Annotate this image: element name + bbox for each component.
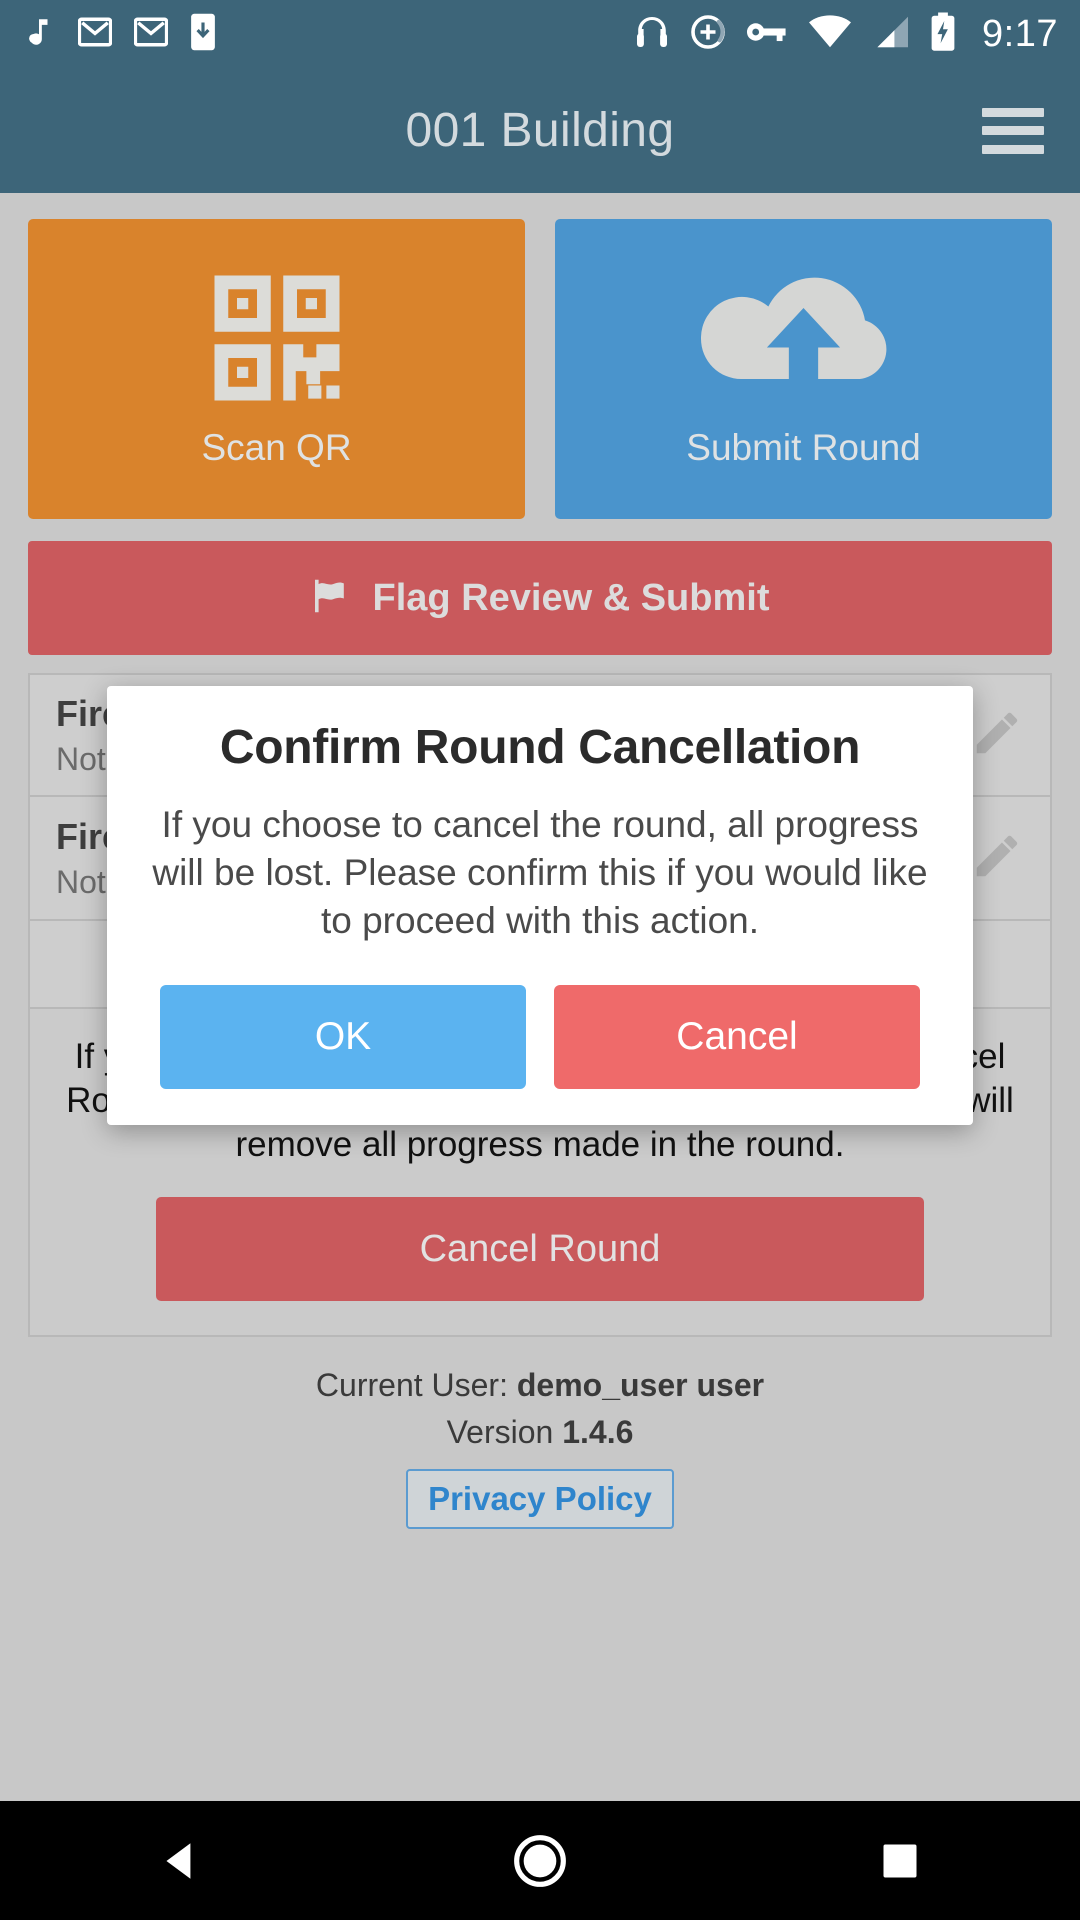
status-bar-system-icons: 9:17 bbox=[634, 12, 1058, 57]
wifi-icon bbox=[808, 14, 852, 54]
hamburger-menu-icon[interactable] bbox=[982, 107, 1044, 154]
menu-bar-1 bbox=[982, 107, 1044, 117]
qr-code-icon bbox=[202, 263, 352, 413]
current-user-label: Current User: bbox=[315, 1367, 517, 1404]
action-tiles: Scan QR Submit Round bbox=[28, 193, 1052, 519]
dialog-title: Confirm Round Cancellation bbox=[219, 721, 861, 774]
dialog-ok-button[interactable]: OK bbox=[160, 985, 526, 1090]
dialog-message: If you choose to cancel the round, all p… bbox=[152, 804, 928, 942]
privacy-policy-link[interactable]: Privacy Policy bbox=[406, 1469, 674, 1530]
flag-icon bbox=[311, 578, 355, 619]
cell-signal-icon bbox=[872, 15, 910, 54]
scan-qr-tile-label: Scan QR bbox=[201, 427, 352, 468]
app-bar: 001 Building bbox=[0, 68, 1080, 193]
page-title: 001 Building bbox=[405, 104, 675, 157]
cancel-round-button-label: Cancel Round bbox=[419, 1227, 661, 1270]
submit-round-tile[interactable]: Submit Round bbox=[555, 219, 1052, 519]
do-not-disturb-add-icon bbox=[690, 14, 726, 55]
music-note-icon bbox=[22, 14, 56, 55]
vpn-key-icon bbox=[746, 19, 788, 50]
flag-review-submit-label: Flag Review & Submit bbox=[372, 576, 770, 619]
pencil-icon[interactable] bbox=[970, 706, 1024, 765]
pencil-icon[interactable] bbox=[970, 829, 1024, 888]
battery-charging-icon bbox=[930, 12, 956, 57]
flag-review-submit-button[interactable]: Flag Review & Submit bbox=[28, 541, 1052, 655]
version-value: 1.4.6 bbox=[562, 1414, 634, 1451]
phone-screen: 9:17 001 Building Scan QR Submit Round F… bbox=[0, 0, 1080, 1920]
current-user-line: Current User: demo_user user bbox=[28, 1367, 1052, 1404]
cancel-round-button[interactable]: Cancel Round bbox=[156, 1197, 924, 1302]
menu-bar-2 bbox=[982, 126, 1044, 135]
version-line: Version 1.4.6 bbox=[28, 1414, 1052, 1451]
dialog-cancel-button[interactable]: Cancel bbox=[554, 985, 920, 1090]
gmail-icon bbox=[133, 17, 169, 52]
current-user-value: demo_user user bbox=[516, 1367, 765, 1404]
menu-bar-3 bbox=[982, 144, 1044, 154]
android-navigation-bar bbox=[0, 1801, 1080, 1920]
version-label: Version bbox=[446, 1414, 563, 1451]
status-bar-notification-icons bbox=[22, 13, 216, 56]
circle-home-icon[interactable] bbox=[470, 1801, 610, 1920]
submit-round-tile-label: Submit Round bbox=[686, 427, 921, 468]
phone-download-icon bbox=[190, 13, 216, 56]
cloud-upload-icon bbox=[701, 263, 906, 413]
square-recents-icon[interactable] bbox=[830, 1801, 970, 1920]
dialog-button-row: OK Cancel bbox=[137, 985, 943, 1090]
headphones-icon bbox=[634, 15, 670, 54]
scan-qr-tile[interactable]: Scan QR bbox=[28, 219, 525, 519]
triangle-back-icon[interactable] bbox=[110, 1801, 250, 1920]
confirm-round-cancellation-dialog: Confirm Round Cancellation If you choose… bbox=[107, 686, 973, 1126]
gmail-icon bbox=[77, 17, 113, 52]
footer: Current User: demo_user user Version 1.4… bbox=[28, 1367, 1052, 1530]
status-bar-clock: 9:17 bbox=[982, 12, 1058, 55]
status-bar: 9:17 bbox=[0, 0, 1080, 68]
